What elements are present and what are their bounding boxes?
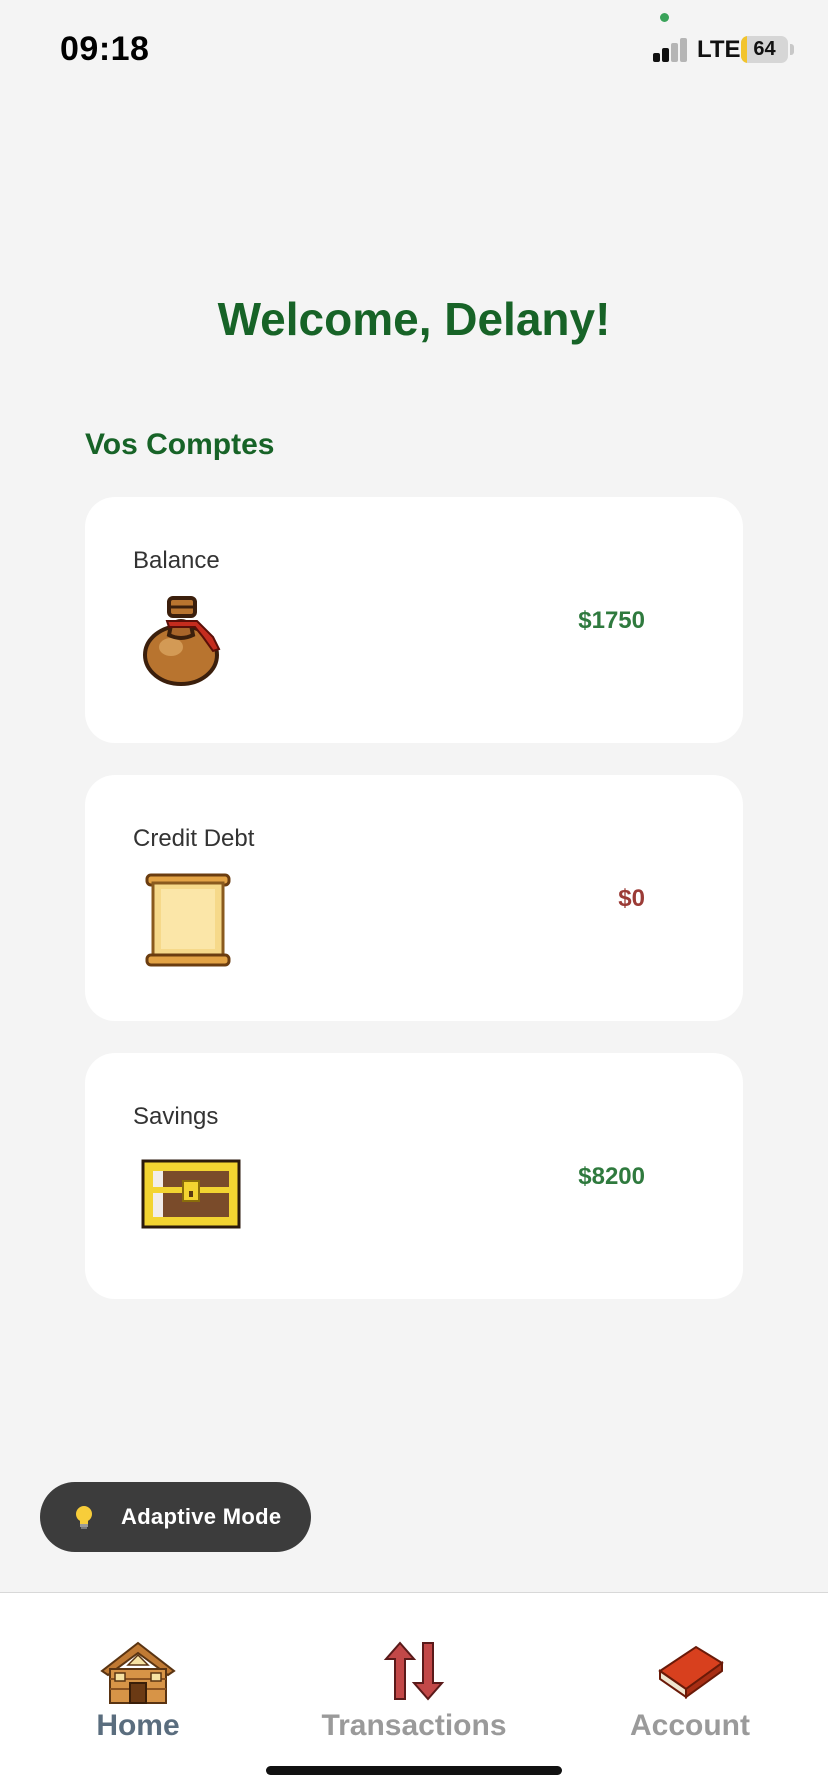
credit-debt-card[interactable]: Credit Debt $0 [85,775,743,1021]
card-amount: $0 [618,885,645,912]
card-amount: $1750 [578,607,645,634]
money-bag-icon [143,596,221,686]
house-icon [100,1641,176,1704]
tab-label: Account [630,1709,750,1742]
battery-icon: 64 [741,36,788,63]
camera-indicator-dot [660,13,669,22]
card-label: Savings [133,1103,219,1130]
up-down-arrows-icon [383,1641,445,1701]
battery-level: 64 [753,38,776,60]
accounts-section-title: Vos Comptes [85,428,275,461]
battery-tip [790,44,794,55]
adaptive-mode-label: Adaptive Mode [121,1504,282,1529]
card-label: Balance [133,547,220,574]
tab-account[interactable]: Account [552,1593,828,1753]
card-amount: $8200 [578,1163,645,1190]
welcome-title: Welcome, Delany! [217,293,611,345]
balance-card[interactable]: Balance $1750 [85,497,743,743]
tab-label: Home [96,1709,180,1742]
status-time: 09:18 [60,30,150,68]
network-type: LTE [697,36,741,63]
card-label: Credit Debt [133,825,255,852]
savings-card[interactable]: Savings $8200 [85,1053,743,1299]
tab-label: Transactions [321,1709,507,1742]
signal-strength-icon [653,38,689,62]
bottom-tab-bar: Home Transactions Account [0,1592,828,1792]
tab-transactions[interactable]: Transactions [276,1593,552,1753]
lightbulb-icon [76,1506,92,1529]
book-icon [658,1645,724,1699]
adaptive-mode-button[interactable]: Adaptive Mode [40,1482,311,1552]
scroll-icon [145,873,231,967]
status-bar: 09:18 LTE 64 [0,0,828,100]
treasure-chest-icon [141,1159,241,1229]
home-indicator [266,1766,562,1775]
tab-home[interactable]: Home [0,1593,276,1753]
